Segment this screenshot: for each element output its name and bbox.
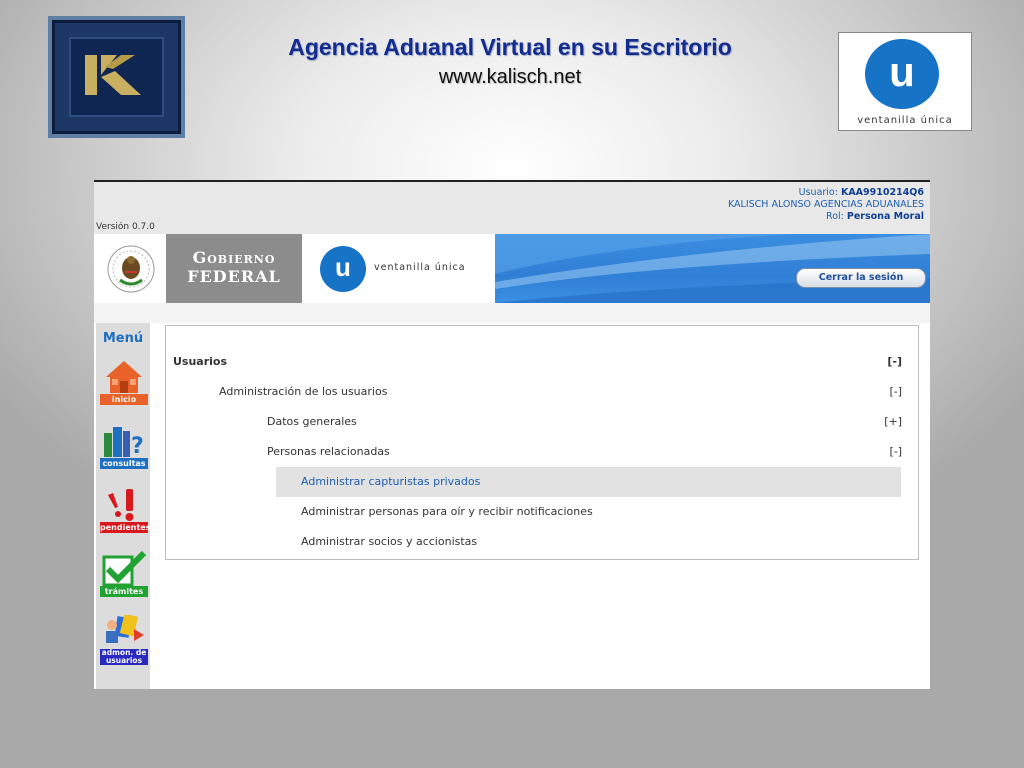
user-company: KALISCH ALONSO AGENCIAS ADUANALES (727, 199, 924, 210)
sidebar-item-pendientes[interactable]: pendientes (100, 487, 151, 533)
version-label: Versión 0.7.0 (96, 222, 155, 232)
vu-u-icon: u (320, 246, 366, 292)
top-bar: Versión 0.7.0 Usuario: KAA9910214Q6 KALI… (94, 182, 930, 234)
sidebar-item-label: pendientes (100, 522, 151, 533)
gobierno-federal-logo: Gobierno FEDERAL (166, 234, 302, 303)
sidebar-item-label: inicio (100, 394, 148, 405)
house-icon (106, 361, 142, 393)
sidebar-item-admon-usuarios[interactable]: admon. de usuarios (100, 613, 148, 665)
sidebar-item-inicio[interactable]: inicio (100, 359, 148, 405)
sidebar-item-consultas[interactable]: ? consultas (100, 423, 148, 469)
tree-row-socios[interactable]: Administrar socios y accionistas (276, 527, 901, 557)
tree-row-datos-generales[interactable]: Datos generales [+] (166, 407, 918, 437)
slide-url: www.kalisch.net (438, 66, 582, 88)
svg-text:?: ? (131, 434, 144, 459)
header-banner: Gobierno FEDERAL u ventanilla única Cerr… (94, 234, 930, 303)
app-window: Versión 0.7.0 Usuario: KAA9910214Q6 KALI… (94, 180, 930, 689)
vu-u-icon: u (865, 39, 939, 109)
blue-swoosh-graphic: Cerrar la sesión (495, 234, 930, 303)
sidebar-menu: Menú inicio ? consultas pendientes trámi… (96, 323, 150, 689)
user-role: Persona Moral (846, 211, 924, 222)
expand-toggle[interactable]: [+] (884, 407, 902, 437)
kalisch-logo (48, 16, 185, 138)
vu-banner-logo: u ventanilla única (302, 234, 495, 303)
tree-row-notificaciones[interactable]: Administrar personas para oír y recibir … (276, 497, 901, 527)
menu-title: Menú (102, 331, 144, 346)
slide-title: Agencia Aduanal Virtual en su Escritorio (288, 34, 732, 60)
user-info: Usuario: KAA9910214Q6 KALISCH ALONSO AGE… (727, 187, 924, 222)
collapse-toggle[interactable]: [-] (889, 377, 902, 407)
tree-row-administracion[interactable]: Administración de los usuarios [-] (166, 377, 918, 407)
checkmark-icon (102, 550, 147, 587)
collapse-toggle[interactable]: [-] (887, 347, 902, 377)
logout-button[interactable]: Cerrar la sesión (796, 268, 926, 288)
tree-row-capturistas[interactable]: Administrar capturistas privados (276, 467, 901, 497)
sidebar-item-tramites[interactable]: trámites (100, 550, 148, 597)
ventanilla-unica-logo: u ventanilla única (838, 32, 972, 131)
sidebar-item-label: trámites (100, 586, 148, 597)
vu-logo-caption: ventanilla única (857, 115, 953, 126)
menu-tree-panel: Usuarios [-] Administración de los usuar… (165, 325, 919, 560)
sidebar-item-label: consultas (100, 458, 148, 469)
users-admin-icon (106, 613, 144, 643)
k-letter-icon (85, 55, 141, 95)
collapse-toggle[interactable]: [-] (889, 437, 902, 467)
exclamation-icon (108, 489, 134, 521)
user-rfc: KAA9910214Q6 (840, 187, 924, 198)
tree-row-usuarios[interactable]: Usuarios [-] (166, 347, 918, 377)
books-question-icon: ? (104, 427, 144, 459)
mexico-seal-icon (107, 245, 155, 293)
tree-row-personas-relacionadas[interactable]: Personas relacionadas [-] (166, 437, 918, 467)
sidebar-item-label: admon. de usuarios (100, 648, 148, 665)
